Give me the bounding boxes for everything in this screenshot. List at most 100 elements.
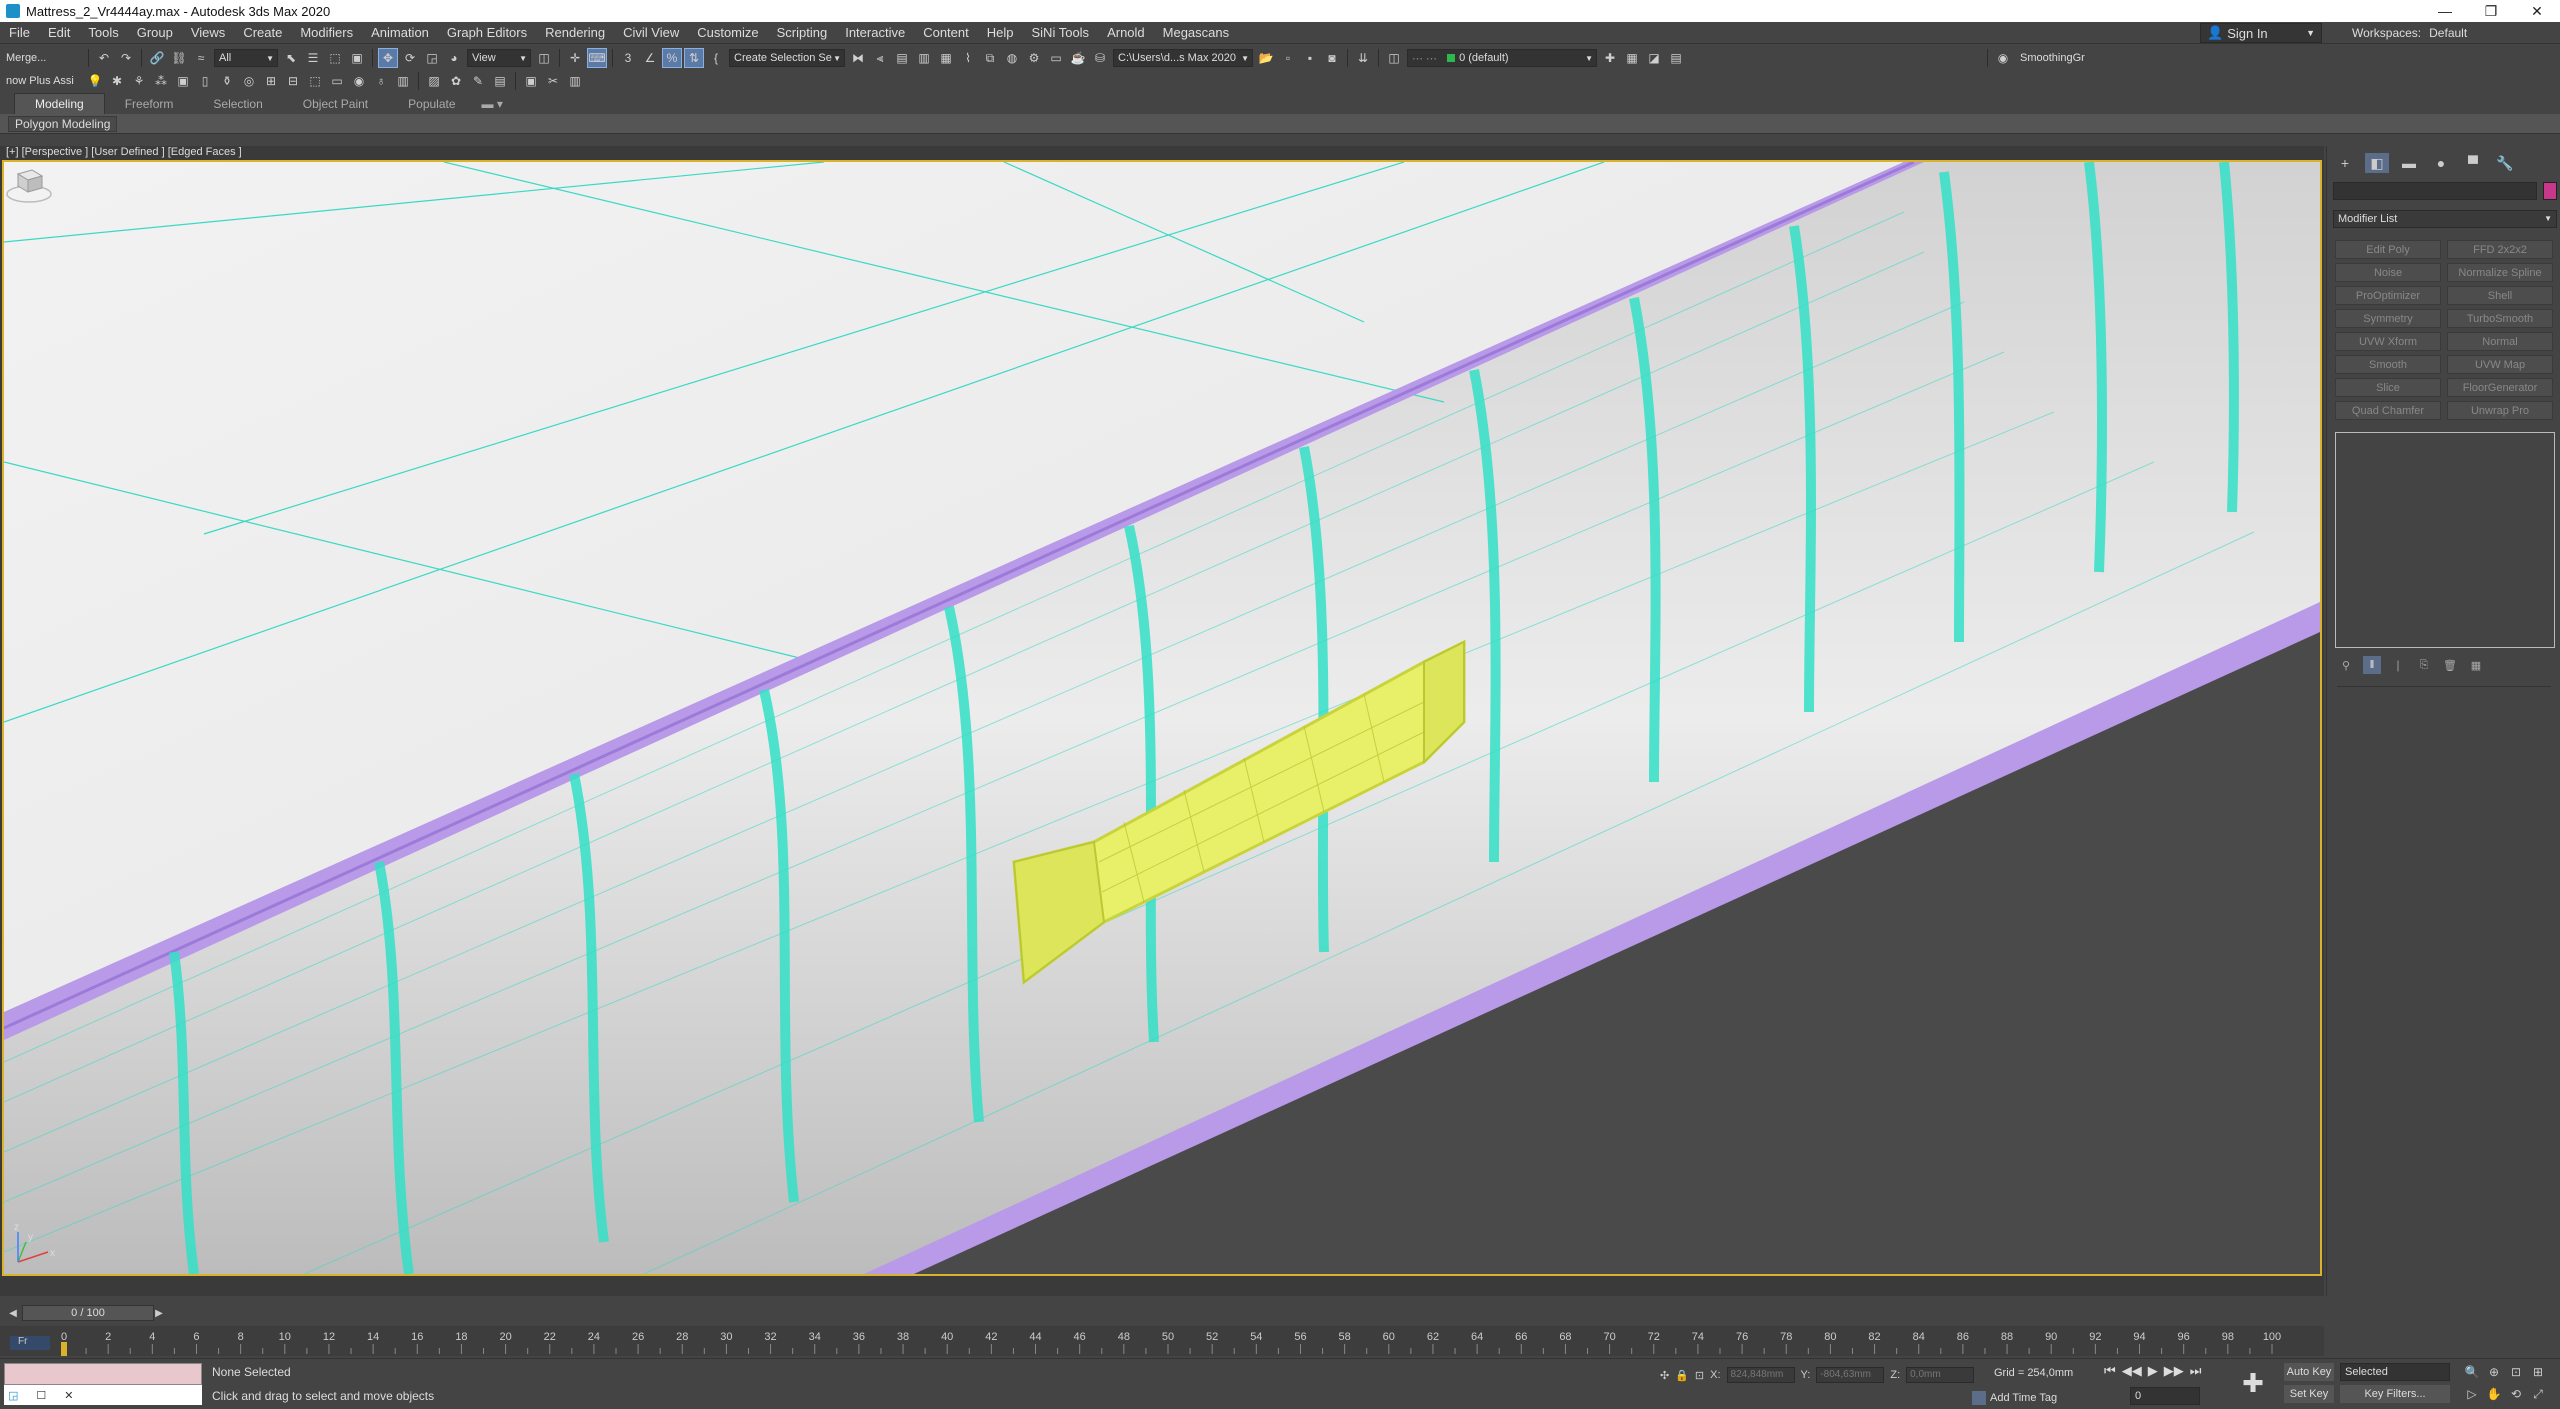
- add-to-layer-icon[interactable]: ▦: [1622, 48, 1642, 68]
- proxy-icon[interactable]: ⚘: [129, 71, 149, 91]
- light-icon[interactable]: 💡: [85, 71, 105, 91]
- menu-group[interactable]: Group: [128, 25, 182, 40]
- sphere-icon[interactable]: ◎: [239, 71, 259, 91]
- align-icon[interactable]: ⫷: [870, 48, 890, 68]
- render-setup-icon[interactable]: ⚙: [1024, 48, 1044, 68]
- render-region-icon[interactable]: ▥: [393, 71, 413, 91]
- viewport-label[interactable]: [+] [Perspective ] [User Defined ] [Edge…: [6, 146, 242, 160]
- percent-snap-icon[interactable]: %: [662, 48, 682, 68]
- polygon-modeling-panel[interactable]: Polygon Modeling: [8, 116, 118, 132]
- bottle-icon[interactable]: ⚱: [217, 71, 237, 91]
- menu-graph-editors[interactable]: Graph Editors: [438, 25, 536, 40]
- modifier-button[interactable]: ProOptimizer: [2335, 286, 2441, 305]
- curve-editor-icon[interactable]: ⌇: [958, 48, 978, 68]
- key-set-dropdown[interactable]: Selected: [2340, 1363, 2450, 1381]
- workspace-selector[interactable]: Workspaces: Default: [2352, 22, 2560, 44]
- play-icon[interactable]: ▶: [2148, 1363, 2158, 1379]
- layer-dropdown[interactable]: ⋯ ⋯ 0 (default) ▼: [1407, 49, 1597, 67]
- set-key-icon[interactable]: ✚: [2238, 1363, 2268, 1403]
- ext-tool-icon[interactable]: ◙: [1322, 48, 1342, 68]
- menu-help[interactable]: Help: [978, 25, 1023, 40]
- keyboard-shortcut-override-icon[interactable]: ⌨: [587, 48, 607, 68]
- undo-icon[interactable]: ↶: [94, 48, 114, 68]
- redo-icon[interactable]: ↷: [116, 48, 136, 68]
- smoothing-groups-icon[interactable]: ◉: [1993, 48, 2013, 68]
- pivot-center-icon[interactable]: ◫: [534, 48, 554, 68]
- particle-icon[interactable]: ✱: [107, 71, 127, 91]
- add-time-tag-button[interactable]: Add Time Tag: [1972, 1391, 2057, 1405]
- maxscript-listener[interactable]: [4, 1363, 202, 1385]
- modifier-button[interactable]: FFD 2x2x2: [2447, 240, 2553, 259]
- modifier-button[interactable]: Normalize Spline: [2447, 263, 2553, 282]
- modifier-button[interactable]: Normal: [2447, 332, 2553, 351]
- configure-sets-icon[interactable]: ▦: [2467, 656, 2485, 674]
- menu-animation[interactable]: Animation: [362, 25, 438, 40]
- project-path-dropdown[interactable]: C:\Users\d...s Max 2020 ▼: [1113, 49, 1253, 67]
- sign-in-dropdown[interactable]: 👤 Sign In ▼: [2200, 23, 2322, 43]
- bind-spacewarp-icon[interactable]: ≈: [191, 48, 211, 68]
- lock-icon[interactable]: 🔒: [1675, 1369, 1689, 1382]
- eye-icon[interactable]: ◉: [349, 71, 369, 91]
- selection-filter-dropdown[interactable]: All ▼: [214, 49, 278, 67]
- select-place-icon[interactable]: ◕: [444, 48, 464, 68]
- z-coordinate-field[interactable]: 0,0mm: [1906, 1367, 1975, 1383]
- previous-frame-icon[interactable]: ◀◀: [2122, 1363, 2142, 1379]
- prev-frame-icon[interactable]: ◀: [6, 1306, 20, 1320]
- menu-create[interactable]: Create: [234, 25, 291, 40]
- named-selection-sets-dropdown[interactable]: Create Selection Se ▼: [729, 49, 845, 67]
- workspace-value[interactable]: Default: [2425, 26, 2560, 40]
- modifier-button[interactable]: UVW Xform: [2335, 332, 2441, 351]
- remove-modifier-icon[interactable]: ⎘: [2415, 656, 2433, 674]
- create-tab-icon[interactable]: +: [2333, 153, 2357, 173]
- link-icon[interactable]: 🔗: [147, 48, 167, 68]
- next-frame-icon[interactable]: ▶: [152, 1306, 166, 1320]
- edit-named-selection-icon[interactable]: {: [706, 48, 726, 68]
- render-production-icon[interactable]: ☕: [1068, 48, 1088, 68]
- y-coordinate-field[interactable]: -804,63mm: [1816, 1367, 1885, 1383]
- close-icon[interactable]: ✕: [64, 1389, 73, 1402]
- spinner-snap-icon[interactable]: ⇅: [684, 48, 704, 68]
- render-iterative-icon[interactable]: ⛁: [1090, 48, 1110, 68]
- window-crossing-icon[interactable]: ▣: [347, 48, 367, 68]
- maximize-viewport-icon[interactable]: ⤢: [2528, 1385, 2548, 1403]
- tab-populate[interactable]: Populate: [388, 94, 475, 114]
- current-frame-marker[interactable]: [61, 1342, 67, 1356]
- isolate-icon[interactable]: ✣: [1660, 1369, 1669, 1382]
- measure-icon[interactable]: ✂: [543, 71, 563, 91]
- motion-tab-icon[interactable]: ●: [2429, 153, 2453, 173]
- object-color-swatch[interactable]: [2543, 182, 2557, 200]
- perspective-viewport[interactable]: x y z: [2, 160, 2322, 1276]
- folder-icon[interactable]: ▪: [1300, 48, 1320, 68]
- image-icon[interactable]: ▨: [424, 71, 444, 91]
- absolute-mode-icon[interactable]: ⊡: [1695, 1369, 1704, 1382]
- zoom-all-icon[interactable]: ⊕: [2484, 1363, 2504, 1381]
- time-slider[interactable]: ◀ 0 / 100 ▶: [0, 1302, 2324, 1324]
- set-key-button[interactable]: Set Key: [2284, 1385, 2334, 1403]
- globe-icon[interactable]: ✿: [446, 71, 466, 91]
- modifier-button[interactable]: Slice: [2335, 378, 2441, 397]
- viewcube-icon[interactable]: [4, 162, 54, 206]
- select-by-name-icon[interactable]: ☰: [303, 48, 323, 68]
- modifier-button[interactable]: Noise: [2335, 263, 2441, 282]
- next-frame-icon[interactable]: ▶▶: [2164, 1363, 2184, 1379]
- collapse-icon[interactable]: ⇊: [1353, 48, 1373, 68]
- go-to-start-icon[interactable]: ⏮: [2104, 1363, 2116, 1379]
- reference-coordinate-dropdown[interactable]: View ▼: [467, 49, 531, 67]
- modifier-button[interactable]: UVW Map: [2447, 355, 2553, 374]
- array-icon[interactable]: ⊟: [283, 71, 303, 91]
- modifier-button[interactable]: FloorGenerator: [2447, 378, 2553, 397]
- save-project-icon[interactable]: ▫: [1278, 48, 1298, 68]
- merge-button[interactable]: Merge...: [0, 52, 84, 64]
- tab-modeling[interactable]: Modeling: [14, 93, 105, 114]
- menu-interactive[interactable]: Interactive: [836, 25, 914, 40]
- modifier-stack[interactable]: [2335, 432, 2555, 648]
- menu-scripting[interactable]: Scripting: [768, 25, 837, 40]
- key-filters-button[interactable]: Key Filters...: [2340, 1385, 2450, 1403]
- panel-icon[interactable]: ▤: [490, 71, 510, 91]
- tab-selection[interactable]: Selection: [193, 94, 282, 114]
- menu-sini-tools[interactable]: SiNi Tools: [1023, 25, 1099, 40]
- angle-snap-icon[interactable]: ∠: [640, 48, 660, 68]
- menu-arnold[interactable]: Arnold: [1098, 25, 1154, 40]
- material-editor-icon[interactable]: ◍: [1002, 48, 1022, 68]
- mirror-icon[interactable]: ⧓: [848, 48, 868, 68]
